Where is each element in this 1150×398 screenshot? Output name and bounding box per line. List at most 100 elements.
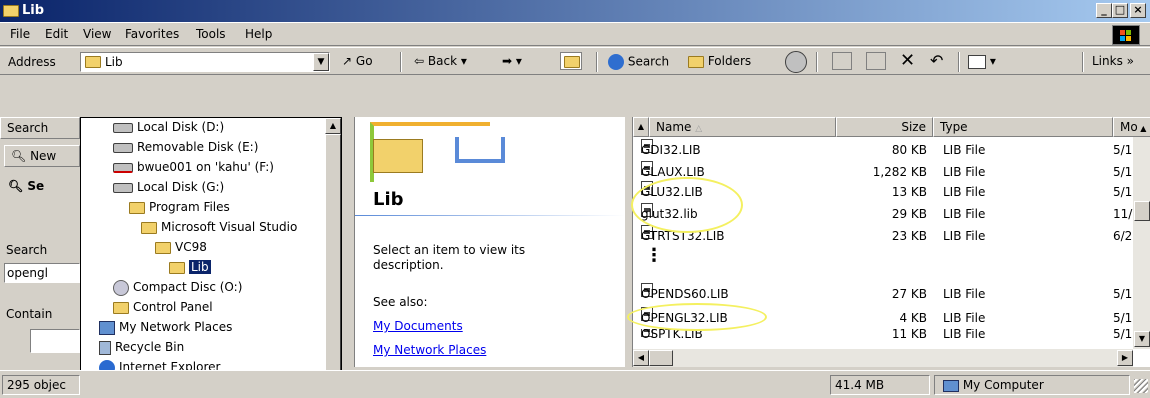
address-dropdown-button[interactable]: ▼ (313, 53, 329, 71)
address-input[interactable]: Lib ▼ (80, 52, 330, 72)
dropdown-item-label: bwue001 on 'kahu' (F:) (137, 160, 274, 174)
dropdown-item[interactable]: Local Disk (G:) (113, 178, 224, 197)
scroll-down-button[interactable]: ▼ (1134, 331, 1150, 347)
copy-to-icon[interactable] (866, 52, 886, 70)
see-also-label: See also: (373, 295, 428, 309)
menu-edit[interactable]: Edit (45, 27, 68, 41)
dropdown-item[interactable]: bwue001 on 'kahu' (F:) (113, 158, 274, 177)
dropdown-item[interactable]: Program Files (129, 198, 230, 217)
dropdown-item[interactable]: Local Disk (D:) (113, 118, 224, 137)
search-label: Search (627, 54, 670, 69)
folders-icon (688, 55, 704, 68)
menu-file[interactable]: File (10, 27, 30, 41)
recycle-bin-icon (99, 340, 111, 355)
dropdown-item[interactable]: VC98 (155, 238, 207, 257)
dropdown-item[interactable]: Removable Disk (E:) (113, 138, 258, 157)
window-title: Lib (22, 3, 45, 18)
file-size: 29 KB (891, 207, 927, 221)
column-header-name[interactable]: Name △ (649, 117, 836, 137)
dropdown-scroll-up-button[interactable]: ▲ (325, 118, 341, 134)
file-size: 23 KB (891, 229, 927, 243)
views-button[interactable]: ▾ (968, 54, 996, 69)
my-network-places-link[interactable]: My Network Places (373, 343, 486, 357)
go-button[interactable]: ↗ Go (342, 54, 373, 68)
menu-tools[interactable]: Tools (196, 27, 226, 41)
ellipsis-marker: ⋮ (645, 245, 663, 266)
dropdown-item[interactable]: Compact Disc (O:) (113, 278, 242, 297)
search-text-input[interactable]: opengl (4, 263, 80, 283)
move-to-icon[interactable] (832, 52, 852, 70)
dropdown-item-selected[interactable]: Lib (169, 258, 211, 277)
table-row[interactable]: OPENDS60.LIB 27 KB LIB File 5/1 (635, 283, 1135, 305)
history-icon[interactable] (785, 51, 807, 73)
file-type: LIB File (943, 185, 986, 199)
status-size: 41.4 MB (830, 375, 930, 395)
drive-icon (113, 142, 133, 153)
dropdown-scrollbar[interactable]: ▲ (325, 118, 341, 397)
folders-button[interactable]: Folders (688, 54, 751, 68)
network-places-icon (99, 320, 115, 335)
search-button[interactable]: Search (608, 54, 669, 70)
delete-icon[interactable]: ✕ (900, 50, 915, 71)
scrollbar-thumb[interactable] (1134, 201, 1150, 221)
dropdown-item-label: Program Files (149, 200, 230, 214)
dropdown-scrollbar-thumb[interactable] (325, 134, 341, 397)
title-underline (355, 215, 625, 216)
resize-grip[interactable] (1134, 379, 1148, 393)
file-size: 27 KB (891, 287, 927, 301)
up-folder-button[interactable] (560, 52, 582, 70)
menu-help[interactable]: Help (245, 27, 272, 41)
dropdown-item[interactable]: My Network Places (99, 318, 232, 337)
pane-splitter[interactable] (625, 117, 632, 367)
column-header-size[interactable]: Size (836, 117, 933, 137)
minimize-button[interactable]: _ (1096, 3, 1112, 18)
address-dropdown-list: Local Disk (D:) Removable Disk (E:) bwue… (80, 117, 342, 398)
scroll-up-button[interactable]: ▲ (633, 117, 649, 137)
table-row[interactable]: GLAUX.LIB 1,282 KB LIB File 5/1 (635, 161, 1135, 179)
my-documents-link[interactable]: My Documents (373, 319, 463, 333)
dropdown-item-label: Compact Disc (O:) (133, 280, 243, 294)
scroll-left-button[interactable]: ◀ (633, 350, 649, 366)
menu-favorites[interactable]: Favorites (125, 27, 179, 41)
back-button[interactable]: ⇦ Back ▾ (414, 54, 467, 68)
contain-input[interactable] (30, 329, 80, 353)
file-type: LIB File (943, 207, 986, 221)
file-type: LIB File (943, 311, 986, 325)
file-type: LIB File (943, 287, 986, 301)
maximize-button[interactable]: □ (1112, 3, 1128, 18)
file-modified: 5/1 (1113, 287, 1133, 301)
file-size: 1,282 KB (872, 165, 927, 179)
file-type: LIB File (943, 165, 986, 179)
dropdown-item-label: Microsoft Visual Studio (161, 220, 298, 234)
horizontal-scrollbar[interactable]: ◀ ▶ (633, 349, 1133, 367)
file-modified: 11/ (1113, 207, 1133, 221)
highlight-circle (627, 303, 767, 331)
column-header-modified[interactable]: Mo ▲ (1113, 117, 1150, 137)
menu-view[interactable]: View (83, 27, 111, 41)
undo-icon[interactable]: ↶ (930, 51, 943, 70)
vertical-scrollbar[interactable]: ▼ (1133, 137, 1150, 349)
table-row[interactable]: GDI32.LIB 80 KB LIB File 5/1 (635, 139, 1135, 161)
file-name: GLAUX.LIB (641, 165, 705, 179)
links-button[interactable]: Links » (1092, 54, 1134, 68)
folder-icon (169, 261, 185, 274)
scroll-right-button[interactable]: ▶ (1117, 350, 1133, 366)
file-modified: 5/1 (1113, 185, 1133, 199)
title-bar[interactable]: Lib _ □ × (0, 0, 1150, 22)
menu-bar: File Edit View Favorites Tools Help (0, 22, 1150, 46)
dropdown-item[interactable]: Microsoft Visual Studio (141, 218, 297, 237)
forward-button[interactable]: ➡ ▾ (502, 54, 522, 68)
file-type: LIB File (943, 143, 986, 157)
file-modified: 5/1 (1113, 311, 1133, 325)
go-label: Go (355, 54, 373, 68)
dropdown-item-label: Local Disk (D:) (137, 120, 225, 134)
dropdown-item[interactable]: Recycle Bin (99, 338, 184, 357)
dropdown-item[interactable]: Control Panel (113, 298, 213, 317)
close-button[interactable]: × (1130, 3, 1146, 18)
up-folder-icon (564, 56, 580, 68)
column-header-type[interactable]: Type (933, 117, 1113, 137)
table-row[interactable]: OSPTK.LIB 11 KB LIB File 5/1 (635, 329, 1135, 341)
new-search-button[interactable]: 🔍︎ New (4, 145, 80, 167)
hscrollbar-thumb[interactable] (649, 350, 673, 366)
file-size: 11 KB (891, 329, 927, 341)
